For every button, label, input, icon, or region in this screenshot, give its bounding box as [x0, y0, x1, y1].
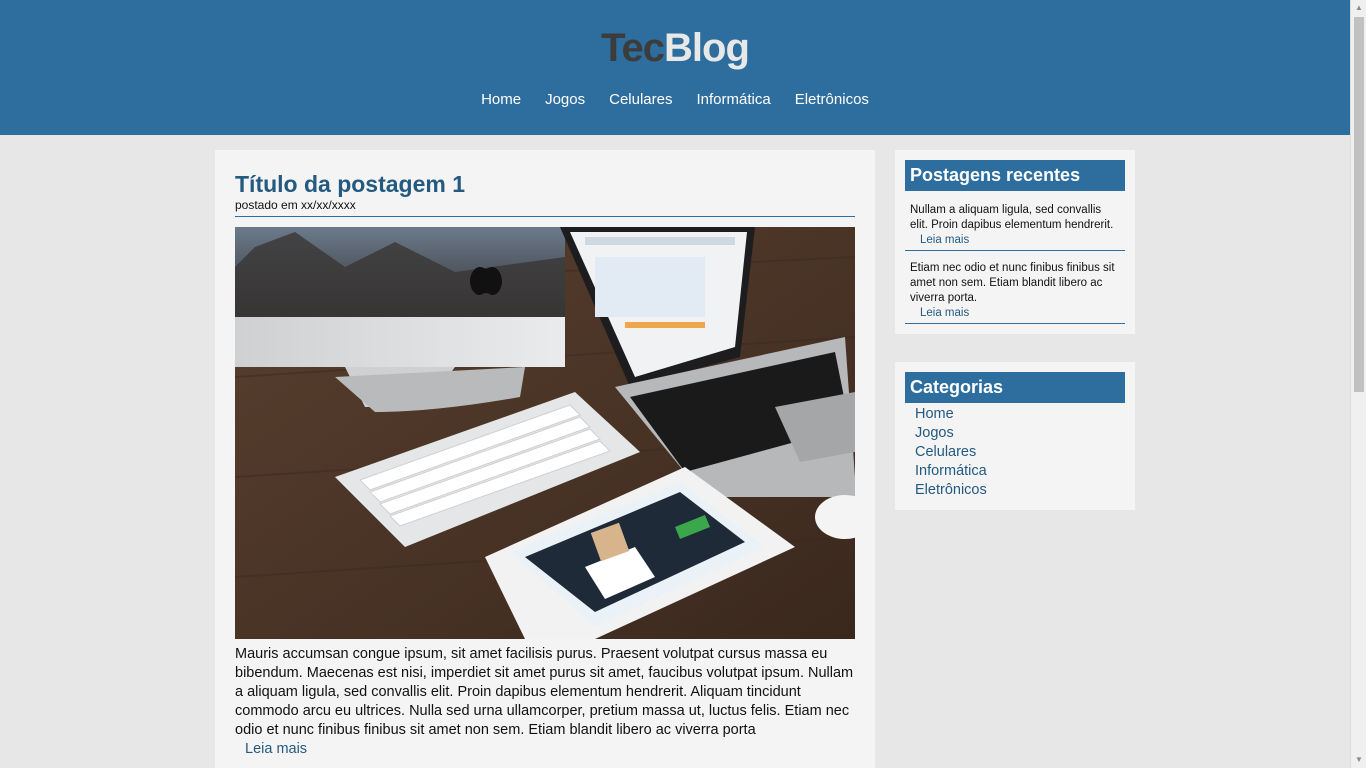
recent-post-item: Etiam nec odio et nunc finibus finibus s…: [905, 261, 1125, 324]
categories-title: Categorias: [905, 372, 1125, 403]
category-link-home[interactable]: Home: [915, 406, 954, 422]
categories-widget: Categorias Home Jogos Celulares Informát…: [895, 362, 1135, 510]
nav-item-jogos[interactable]: Jogos: [545, 91, 585, 108]
recent-post-text: Nullam a aliquam ligula, sed convallis e…: [910, 204, 1114, 231]
post-image: [235, 227, 855, 639]
nav-item-informatica[interactable]: Informática: [697, 91, 771, 108]
recent-post-item: Nullam a aliquam ligula, sed convallis e…: [905, 203, 1125, 251]
category-link-celulares[interactable]: Celulares: [915, 444, 976, 460]
category-link-eletronicos[interactable]: Eletrônicos: [915, 482, 987, 498]
category-link-jogos[interactable]: Jogos: [915, 425, 954, 441]
post-body: Mauris accumsan congue ipsum, sit amet f…: [235, 646, 854, 738]
post-date: postado em xx/xx/xxxx: [235, 198, 855, 217]
site-header: TecBlog Home Jogos Celulares Informática…: [0, 0, 1350, 135]
category-item-home: Home: [915, 405, 1125, 424]
category-item-informatica: Informática: [915, 462, 1125, 481]
category-item-jogos: Jogos: [915, 424, 1125, 443]
recent-posts-title: Postagens recentes: [905, 160, 1125, 191]
category-item-eletronicos: Eletrônicos: [915, 481, 1125, 500]
scrollbar-thumb[interactable]: [1354, 17, 1364, 392]
post-card: Título da postagem 1 postado em xx/xx/xx…: [215, 150, 875, 768]
page-scrollbar[interactable]: ▲ ▼: [1350, 0, 1366, 768]
nav-item-eletronicos[interactable]: Eletrônicos: [795, 91, 869, 108]
desk-workspace-photo-icon: [235, 227, 855, 639]
scroll-down-arrow-icon[interactable]: ▼: [1351, 752, 1366, 768]
category-item-celulares: Celulares: [915, 443, 1125, 462]
nav-item-home[interactable]: Home: [481, 91, 521, 108]
scroll-up-arrow-icon[interactable]: ▲: [1351, 0, 1366, 16]
category-link-informatica[interactable]: Informática: [915, 463, 987, 479]
recent-posts-widget: Postagens recentes Nullam a aliquam ligu…: [895, 150, 1135, 334]
categories-list: Home Jogos Celulares Informática Eletrôn…: [905, 405, 1125, 500]
recent-post-text: Etiam nec odio et nunc finibus finibus s…: [910, 262, 1115, 304]
main-nav: Home Jogos Celulares Informática Eletrôn…: [0, 91, 1350, 108]
recent-post-read-more-link[interactable]: Leia mais: [920, 233, 1120, 248]
recent-posts-list: Nullam a aliquam ligula, sed convallis e…: [905, 203, 1125, 324]
post-read-more-link[interactable]: Leia mais: [245, 740, 855, 759]
nav-item-celulares[interactable]: Celulares: [609, 91, 672, 108]
logo-part-tec: Tec: [601, 26, 665, 70]
recent-post-read-more-link[interactable]: Leia mais: [920, 306, 1120, 321]
post-title[interactable]: Título da postagem 1: [235, 170, 855, 198]
site-logo[interactable]: TecBlog: [0, 26, 1350, 71]
logo-part-blog: Blog: [664, 26, 750, 70]
